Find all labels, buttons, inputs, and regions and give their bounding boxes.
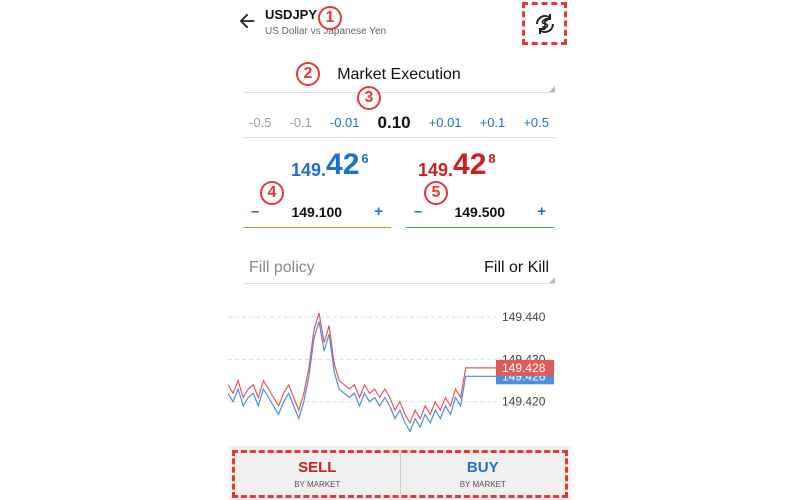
annotation-badge-2: 2 — [296, 62, 320, 86]
price-chart: 149.440149.430149.420149.426149.428 — [228, 310, 554, 433]
trade-buttons-highlight: SELL BY MARKET BUY BY MARKET — [232, 450, 568, 498]
take-profit-value[interactable]: 149.500 — [454, 204, 505, 220]
fill-policy-label: Fill policy — [249, 258, 315, 276]
ask-price-pips: 42 — [453, 148, 487, 181]
take-profit-decrement-button[interactable]: – — [414, 203, 422, 220]
volume-step-plus-05[interactable]: +0.5 — [523, 115, 549, 130]
annotation-badge-3: 3 — [357, 86, 381, 110]
take-profit-increment-button[interactable]: + — [537, 203, 546, 220]
buy-button-label: BUY — [466, 459, 499, 476]
volume-step-minus-001[interactable]: -0.01 — [330, 115, 360, 130]
ask-price-fraction: 8 — [488, 151, 496, 166]
sell-button-sublabel: BY MARKET — [294, 480, 341, 489]
volume-step-plus-01[interactable]: +0.1 — [480, 115, 506, 130]
chart-bid-series — [228, 321, 496, 433]
sell-button[interactable]: SELL BY MARKET — [235, 453, 401, 495]
bid-price-pips: 42 — [326, 148, 360, 181]
dropdown-corner-icon — [549, 86, 555, 92]
sell-button-label: SELL — [298, 459, 337, 476]
bid-price: 149. 42 6 — [291, 148, 369, 182]
ask-price-prefix: 149. — [418, 160, 454, 180]
chart-y-tick-label: 149.420 — [502, 395, 546, 409]
volume-current-value[interactable]: 0.10 — [378, 113, 411, 133]
bid-price-prefix: 149. — [291, 160, 327, 180]
chart-y-tick-label: 149.440 — [502, 310, 546, 324]
stop-loss-value[interactable]: 149.100 — [291, 204, 342, 220]
symbol-title: USDJPY — [265, 7, 318, 22]
execution-type-select[interactable]: Market Execution — [243, 58, 555, 93]
chart-ask-series — [228, 312, 496, 425]
fill-policy-value: Fill or Kill — [484, 258, 549, 276]
annotation-badge-1: 1 — [318, 6, 342, 30]
volume-step-minus-05[interactable]: -0.5 — [249, 115, 271, 130]
annotation-badge-4: 4 — [260, 181, 284, 205]
dropdown-corner-icon — [549, 277, 555, 283]
chart-ask-price-label: 149.428 — [502, 361, 546, 375]
buy-button-sublabel: BY MARKET — [459, 480, 506, 489]
annotation-badge-5: 5 — [424, 181, 448, 205]
buy-button[interactable]: BUY BY MARKET — [401, 453, 566, 495]
fill-policy-select[interactable]: Fill policy Fill or Kill — [243, 252, 555, 284]
bid-price-fraction: 6 — [361, 151, 369, 166]
sync-button-highlight[interactable] — [522, 2, 567, 45]
volume-step-minus-01[interactable]: -0.1 — [289, 115, 311, 130]
execution-type-label: Market Execution — [337, 66, 461, 83]
volume-stepper: -0.5 -0.1 -0.01 0.10 +0.01 +0.1 +0.5 — [243, 108, 555, 138]
volume-step-plus-001[interactable]: +0.01 — [429, 115, 462, 130]
stop-loss-increment-button[interactable]: + — [374, 203, 383, 220]
ask-price: 149. 42 8 — [418, 148, 496, 182]
stop-loss-decrement-button[interactable]: – — [251, 203, 259, 220]
sync-dollar-icon[interactable] — [532, 11, 558, 37]
arrow-left-icon[interactable] — [236, 10, 258, 32]
